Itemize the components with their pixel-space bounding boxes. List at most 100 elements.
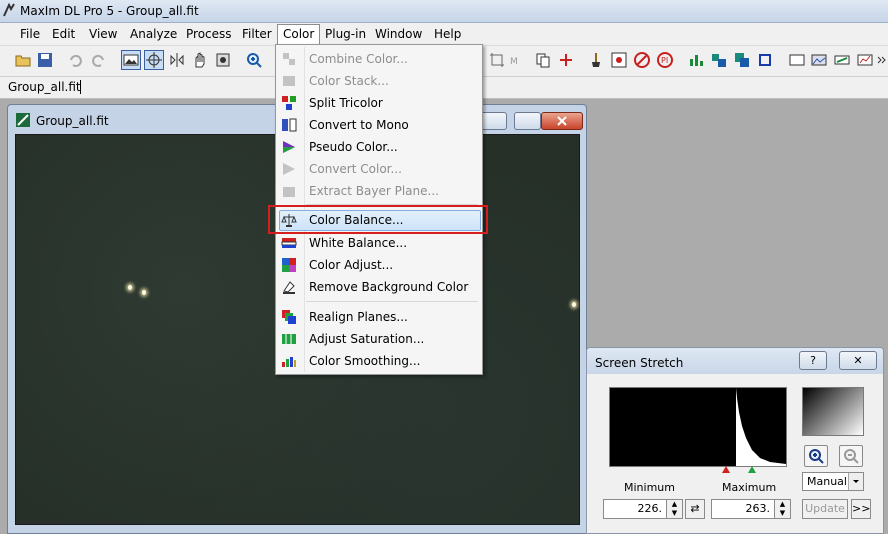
minimum-marker[interactable] <box>722 466 730 473</box>
menu-label: Color Adjust... <box>309 258 394 272</box>
menu-item-combine-color[interactable]: Combine Color... <box>278 48 480 70</box>
swap-button[interactable]: ⇄ <box>685 499 705 519</box>
pi-icon[interactable]: PI <box>656 51 674 69</box>
grid-target-icon[interactable] <box>610 51 628 69</box>
tab-divider <box>80 80 81 94</box>
menu-analyze[interactable]: Analyze <box>130 27 177 41</box>
color-balance-icon <box>281 214 297 227</box>
chart-window-icon[interactable] <box>856 51 874 69</box>
menu-color[interactable]: Color <box>277 24 321 44</box>
remove-background-icon <box>283 281 295 294</box>
stretch-mode-select[interactable]: Manual <box>802 472 864 491</box>
screen-stretch-panel: Screen Stretch ? ✕ Manual Minimum Maximu… <box>586 347 884 534</box>
menu-label: Realign Planes... <box>309 310 408 324</box>
hand-pan-icon[interactable] <box>191 51 209 69</box>
close-panel-button[interactable]: ✕ <box>839 351 877 370</box>
zoom-in-icon[interactable] <box>245 51 263 69</box>
copy-icon[interactable] <box>534 51 552 69</box>
window-icon[interactable] <box>788 51 806 69</box>
svg-text:M: M <box>510 57 518 67</box>
app-title-bar: MaxIm DL Pro 5 - Group_all.fit <box>0 0 888 23</box>
flip-icon[interactable] <box>168 51 186 69</box>
maximum-value: 263. <box>745 502 771 515</box>
stretch-preview-gradient <box>802 387 864 436</box>
save-icon[interactable] <box>36 51 54 69</box>
menu-item-color-adjust[interactable]: Color Adjust... <box>278 254 480 276</box>
image-icon[interactable] <box>810 51 828 69</box>
bar-graph-icon[interactable] <box>687 51 705 69</box>
menu-plugin[interactable]: Plug-in <box>325 27 366 41</box>
menu-view[interactable]: View <box>89 27 117 41</box>
menu-bar: File Edit View Analyze Process Filter Co… <box>0 23 888 46</box>
menu-item-convert-to-mono[interactable]: Convert to Mono <box>278 114 480 136</box>
menu-item-white-balance[interactable]: White Balance... <box>278 232 480 254</box>
zoom-out-icon <box>844 449 859 464</box>
maximum-input[interactable]: 263. <box>711 499 775 519</box>
minimum-input[interactable]: 226. <box>603 499 667 519</box>
align-icon[interactable] <box>710 51 728 69</box>
maximum-marker[interactable] <box>748 466 756 473</box>
image-view-icon[interactable] <box>121 50 141 70</box>
menu-edit[interactable]: Edit <box>52 27 75 41</box>
color-smoothing-icon <box>282 357 296 367</box>
minimize-button[interactable] <box>480 112 507 130</box>
frame-icon[interactable] <box>756 51 774 69</box>
slider-icon[interactable] <box>833 51 851 69</box>
minimum-label: Minimum <box>624 481 675 494</box>
menu-label: Color Balance... <box>309 213 404 227</box>
menu-file[interactable]: File <box>20 27 40 41</box>
update-button[interactable]: Update <box>802 499 848 519</box>
menu-item-split-tricolor[interactable]: Split Tricolor <box>278 92 480 114</box>
menu-process[interactable]: Process <box>186 27 232 41</box>
star <box>572 302 576 307</box>
maxim-app-icon <box>3 3 15 17</box>
split-tricolor-icon <box>282 96 296 110</box>
redo-icon[interactable] <box>90 51 108 69</box>
menu-help[interactable]: Help <box>434 27 461 41</box>
brush-icon[interactable] <box>587 51 605 69</box>
open-folder-icon[interactable] <box>14 51 32 69</box>
chevron-down-icon <box>848 473 863 490</box>
maximum-spinner[interactable]: ▲ ▼ <box>774 499 791 519</box>
toolbar-overflow-icon[interactable] <box>876 51 886 69</box>
close-button[interactable] <box>541 112 583 130</box>
minimum-value: 226. <box>637 502 663 515</box>
help-button[interactable]: ? <box>799 351 827 370</box>
crosshair-select-icon[interactable] <box>144 50 164 70</box>
add-plus-icon[interactable] <box>557 51 575 69</box>
screen-stretch-title: Screen Stretch <box>595 356 684 370</box>
no-stop-icon[interactable] <box>633 51 651 69</box>
menu-label: Color Stack... <box>309 74 389 88</box>
histogram-display[interactable] <box>609 387 787 467</box>
undo-icon[interactable] <box>66 51 84 69</box>
image-window-title: Group_all.fit <box>36 114 109 128</box>
stack-icon[interactable] <box>733 51 751 69</box>
document-tab[interactable]: Group_all.fit <box>8 80 81 94</box>
menu-label: Extract Bayer Plane... <box>309 184 439 198</box>
maximum-label: Maximum <box>722 481 777 494</box>
zoom-out-button[interactable] <box>839 445 863 467</box>
crop-tool-icon[interactable] <box>488 51 506 69</box>
convert-color-icon <box>283 163 295 175</box>
menu-item-pseudo-color[interactable]: Pseudo Color... <box>278 136 480 158</box>
pseudo-color-icon <box>283 141 295 153</box>
histogram-plot <box>736 388 786 466</box>
menu-filter[interactable]: Filter <box>242 27 272 41</box>
menu-item-color-stack[interactable]: Color Stack... <box>278 70 480 92</box>
expand-button[interactable]: >> <box>851 499 871 519</box>
menu-window[interactable]: Window <box>375 27 422 41</box>
stretch-mode-value: Manual <box>807 475 847 488</box>
maximize-button[interactable] <box>514 112 541 130</box>
menu-item-convert-color[interactable]: Convert Color... <box>278 158 480 180</box>
menu-separator <box>306 301 478 302</box>
menu-item-extract-bayer-plane[interactable]: Extract Bayer Plane... <box>278 180 480 202</box>
zoom-in-button[interactable] <box>804 445 828 467</box>
menu-item-color-smoothing[interactable]: Color Smoothing... <box>278 350 480 372</box>
measure-tool-icon[interactable]: M <box>508 51 526 69</box>
menu-item-remove-background-color[interactable]: Remove Background Color <box>278 276 480 298</box>
screen-stretch-title-bar: Screen Stretch ? ✕ <box>587 348 883 374</box>
minimum-spinner[interactable]: ▲ ▼ <box>666 499 683 519</box>
settings-icon[interactable] <box>214 51 232 69</box>
menu-item-adjust-saturation[interactable]: Adjust Saturation... <box>278 328 480 350</box>
menu-item-realign-planes[interactable]: Realign Planes... <box>278 306 480 328</box>
